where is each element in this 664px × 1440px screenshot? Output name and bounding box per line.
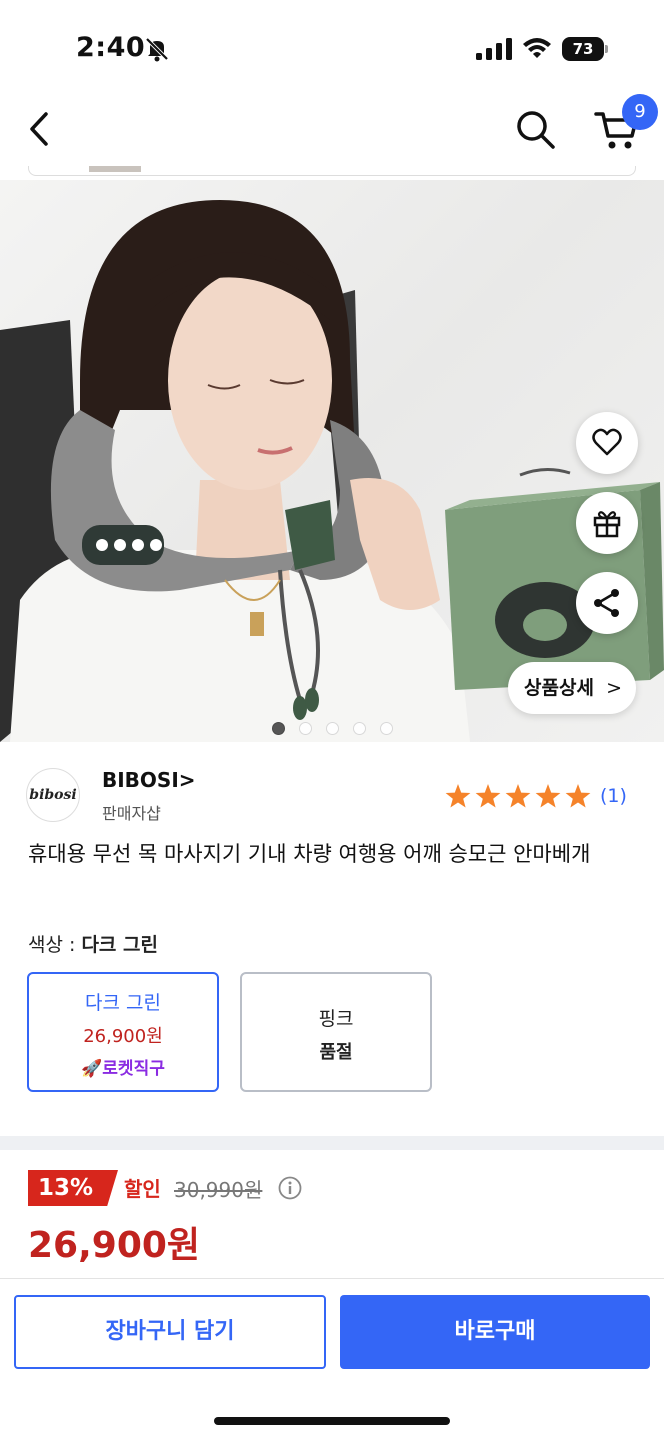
bell-slash-icon xyxy=(145,37,169,62)
image-pagination xyxy=(272,722,402,736)
product-hero-image[interactable]: 상품상세 > xyxy=(0,180,664,742)
seller-subtitle: 판매자샵 xyxy=(102,804,161,823)
seller-logo[interactable]: bibosi xyxy=(26,768,80,822)
option-dark-green[interactable]: 다크 그린 26,900원 🚀로켓직구 xyxy=(27,972,219,1092)
star-rating[interactable] xyxy=(444,783,594,811)
option-name: 다크 그린 xyxy=(85,992,161,1014)
star-icon xyxy=(445,784,471,808)
discount-label: 할인 xyxy=(124,1177,161,1201)
rocket-icon: 🚀 xyxy=(81,1059,103,1079)
battery-level: 73 xyxy=(562,37,604,61)
product-detail-button[interactable]: 상품상세 > xyxy=(508,662,636,714)
option-name: 핑크 xyxy=(318,1008,354,1030)
seller-name: BIBOSI xyxy=(102,768,179,792)
star-icon xyxy=(505,784,531,808)
pagination-dot[interactable] xyxy=(326,722,339,735)
wishlist-button[interactable] xyxy=(576,412,638,474)
add-to-cart-button[interactable]: 장바구니 담기 xyxy=(14,1295,326,1369)
color-label-prefix: 색상 : xyxy=(28,934,82,956)
back-icon[interactable] xyxy=(22,110,58,148)
color-option-label: 색상 : 다크 그린 xyxy=(28,930,158,957)
product-detail-label: 상품상세 xyxy=(524,677,594,699)
gift-icon xyxy=(593,511,621,538)
chevron-right-icon: > xyxy=(606,677,622,699)
buy-now-button[interactable]: 바로구매 xyxy=(340,1295,650,1369)
star-icon xyxy=(535,784,561,808)
seller-name-link[interactable]: BIBOSI> xyxy=(102,768,196,792)
heart-icon xyxy=(592,428,622,456)
pagination-dot[interactable] xyxy=(380,722,393,735)
discount-rate-badge: 13% xyxy=(28,1170,118,1206)
selected-color: 다크 그린 xyxy=(81,934,158,956)
bottom-action-bar: 장바구니 담기 바로구매 xyxy=(0,1278,664,1440)
share-button[interactable] xyxy=(576,572,638,634)
sold-out-label: 품절 xyxy=(319,1042,353,1063)
product-photo xyxy=(0,200,664,742)
review-count-link[interactable]: (1) xyxy=(600,785,627,807)
nav-bar: 9 xyxy=(0,94,664,166)
pagination-dot[interactable] xyxy=(299,722,312,735)
pagination-dot[interactable] xyxy=(272,722,285,735)
section-divider xyxy=(0,1136,664,1150)
wifi-icon xyxy=(523,38,551,58)
chevron-right-icon: > xyxy=(178,768,196,792)
original-price: 30,990원 xyxy=(174,1178,263,1202)
pagination-dot[interactable] xyxy=(353,722,366,735)
search-icon[interactable] xyxy=(514,108,556,150)
battery-icon: 73 xyxy=(562,37,608,61)
star-icon xyxy=(565,784,591,808)
home-indicator[interactable] xyxy=(214,1417,450,1425)
option-pink[interactable]: 핑크 품절 xyxy=(240,972,432,1092)
final-price: 26,900원 xyxy=(28,1225,201,1266)
signal-icon xyxy=(476,38,512,60)
thumbnail-strip xyxy=(28,166,636,176)
status-time: 2:40 xyxy=(76,32,146,63)
gift-button[interactable] xyxy=(576,492,638,554)
rocket-tag: 🚀로켓직구 xyxy=(29,1054,217,1079)
product-title: 휴대용 무선 목 마사지기 기내 차량 여행용 어깨 승모근 안마베개 xyxy=(28,842,591,866)
info-icon[interactable] xyxy=(278,1176,302,1200)
share-icon xyxy=(594,589,619,617)
star-icon xyxy=(475,784,501,808)
rocket-tag-label: 로켓직구 xyxy=(102,1059,165,1079)
option-price: 26,900원 xyxy=(83,1026,163,1047)
status-bar: 2:40 73 xyxy=(0,0,664,96)
cart-count-badge[interactable]: 9 xyxy=(622,94,658,130)
